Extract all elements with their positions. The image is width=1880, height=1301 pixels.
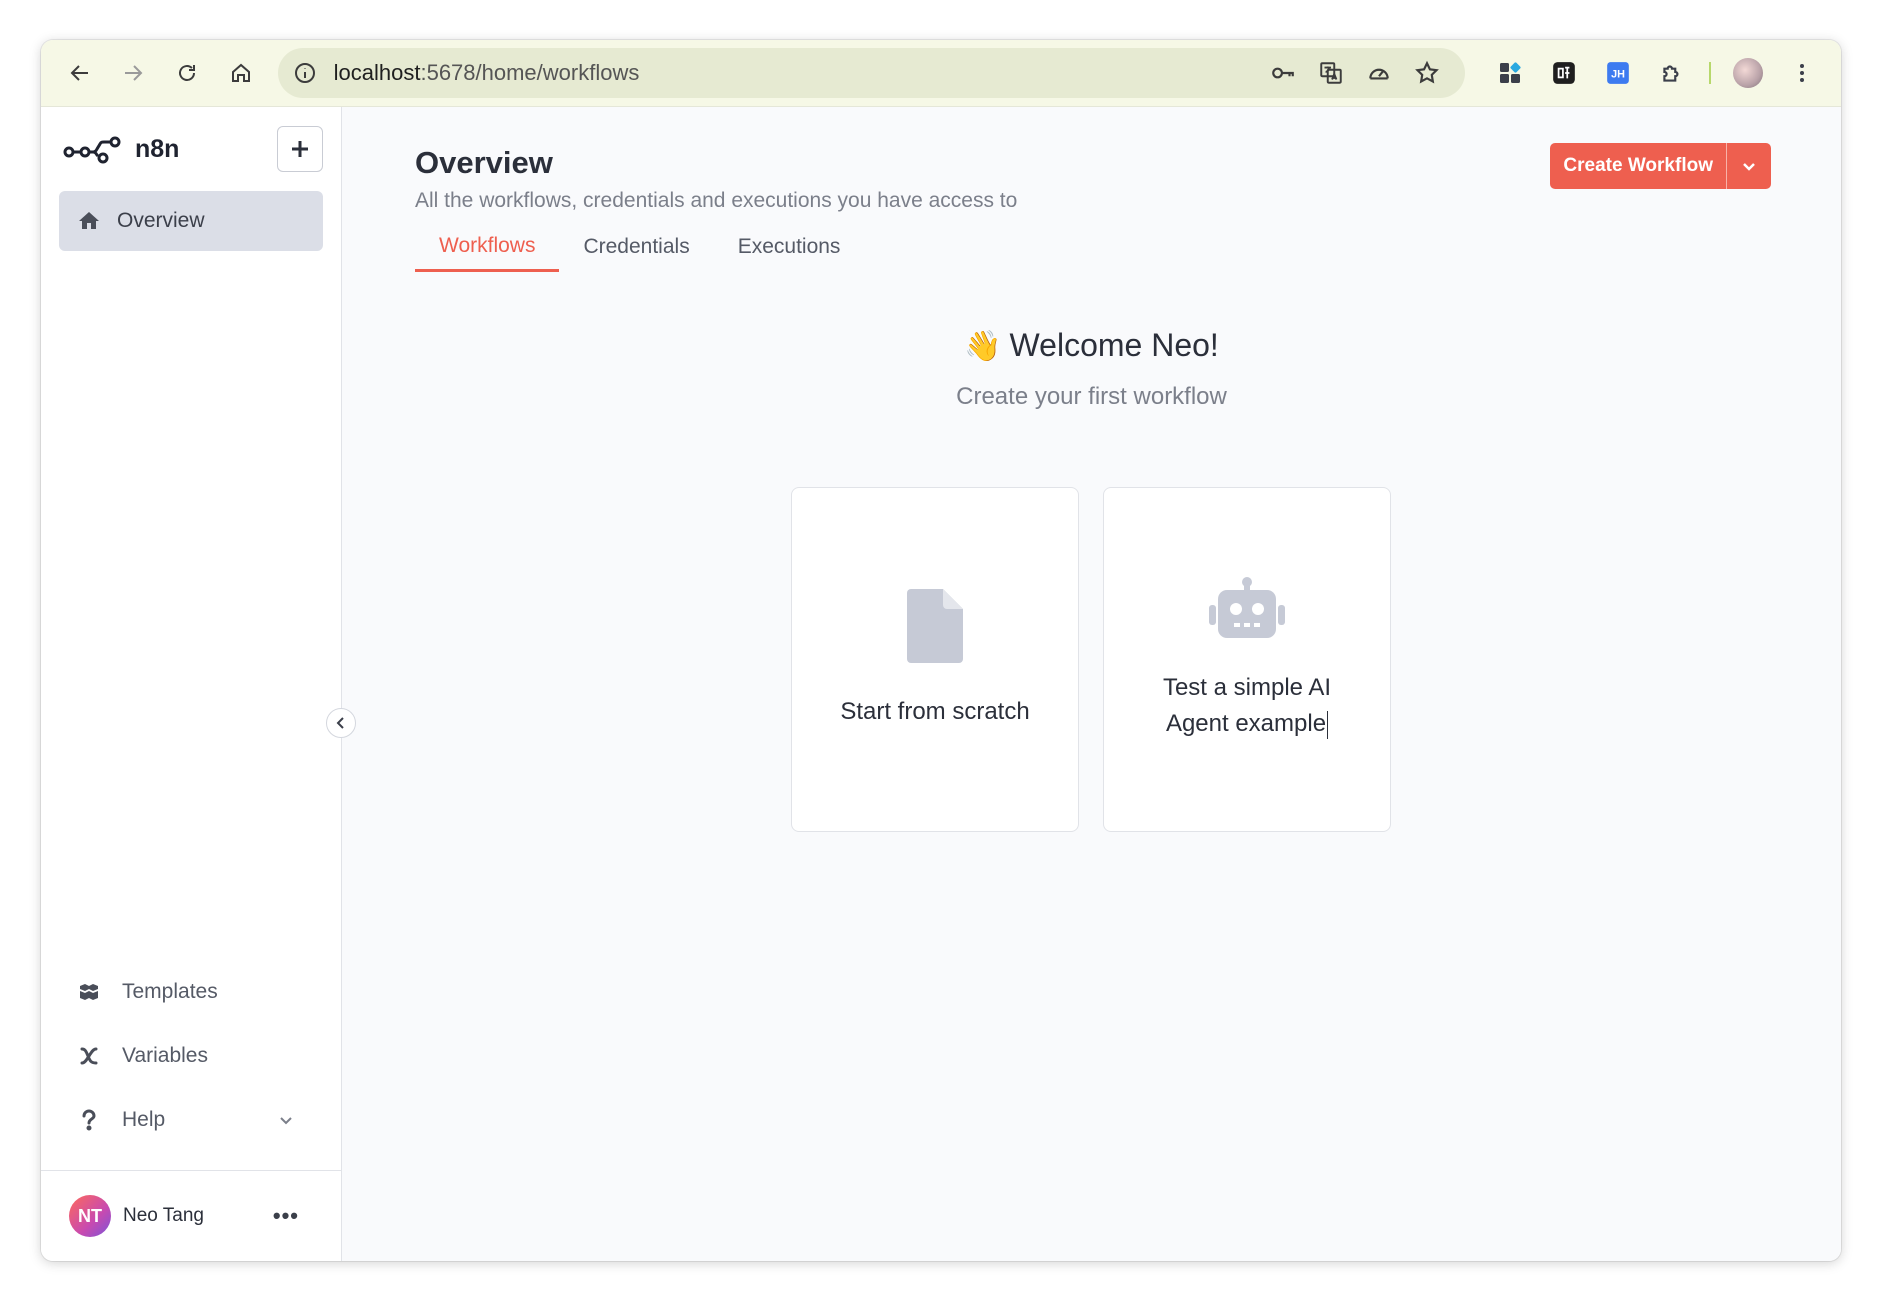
question-icon (76, 1107, 102, 1133)
sidebar-item-overview[interactable]: Overview (59, 191, 323, 251)
arrow-left-icon (70, 65, 88, 81)
user-menu[interactable]: NT Neo Tang ••• (41, 1171, 341, 1261)
create-workflow-button-group: Create Workflow (1550, 143, 1771, 189)
sidebar-item-variables[interactable]: Variables (41, 1024, 341, 1088)
performance-gauge-icon[interactable] (1355, 51, 1403, 95)
url-host: localhost (333, 60, 421, 85)
user-name: Neo Tang (123, 1205, 204, 1226)
sidebar: n8n Overview Templates Variables Help NT… (41, 107, 342, 1261)
n8n-logo-icon (63, 136, 121, 164)
tab-workflows[interactable]: Workflows (415, 222, 560, 272)
extensions-area: JH (1483, 51, 1829, 95)
browser-menu-button[interactable] (1775, 51, 1829, 95)
reload-button[interactable] (160, 49, 214, 97)
sidebar-header: n8n (41, 107, 341, 191)
avatar: NT (69, 1195, 111, 1237)
welcome-subtitle: Create your first workflow (956, 383, 1227, 410)
toolbar-separator (1709, 62, 1712, 84)
card-label-line1: Test a simple AI (1162, 674, 1332, 701)
extension-jh-icon[interactable]: JH (1591, 51, 1645, 95)
variable-x-icon (76, 1043, 102, 1069)
user-more-icon[interactable]: ••• (273, 1203, 299, 1229)
arrow-right-icon (125, 65, 143, 81)
password-key-icon[interactable] (1259, 51, 1307, 95)
page-title: Overview (415, 145, 553, 180)
svg-text:JH: JH (1611, 68, 1625, 80)
url-path: :5678/home/workflows (420, 60, 640, 85)
welcome-heading: 👋 Welcome Neo! (342, 327, 1841, 364)
card-label-line2: Agent example (1165, 710, 1327, 737)
card-label: Start from scratch (840, 698, 1030, 725)
sidebar-item-label: Variables (122, 1044, 208, 1067)
forward-button[interactable] (107, 49, 161, 97)
profile-picture (1733, 58, 1764, 88)
home-icon (75, 207, 103, 235)
extension-dark-icon[interactable] (1537, 51, 1591, 95)
main-content: Overview All the workflows, credentials … (342, 107, 1841, 1261)
templates-box-icon (76, 979, 102, 1005)
add-button[interactable] (277, 126, 323, 172)
create-dropdown-button[interactable] (1727, 143, 1771, 189)
kebab-menu-icon (1800, 64, 1805, 82)
sidebar-item-label: Overview (117, 209, 205, 232)
start-from-scratch-card[interactable]: Start from scratch (791, 487, 1079, 832)
n8n-app: n8n Overview Templates Variables Help NT… (41, 107, 1841, 1261)
url-text[interactable]: localhost:5678/home/workflows (334, 60, 1259, 86)
home-button[interactable] (214, 49, 268, 97)
card-label: Test a simple AI Agent example (1133, 670, 1361, 742)
create-workflow-button[interactable]: Create Workflow (1550, 143, 1726, 189)
logo-text: n8n (135, 134, 180, 163)
browser-window: localhost:5678/home/workflows JH n8n Ove… (41, 40, 1841, 1261)
waving-hand-icon: 👋 (964, 330, 1002, 363)
browser-toolbar: localhost:5678/home/workflows JH (41, 40, 1841, 107)
chevron-down-icon (280, 1117, 292, 1125)
chevron-down-icon (1743, 163, 1755, 171)
home-icon (231, 63, 250, 82)
page-subtitle: All the workflows, credentials and execu… (415, 189, 1018, 212)
n8n-logo[interactable]: n8n (63, 133, 179, 165)
robot-icon (1209, 577, 1285, 644)
site-info-icon[interactable] (292, 60, 318, 86)
extensions-puzzle-icon[interactable] (1645, 51, 1699, 95)
text-cursor (1327, 710, 1329, 739)
sidebar-item-label: Help (122, 1108, 166, 1131)
reload-icon (179, 65, 196, 81)
sidebar-item-help[interactable]: Help (41, 1088, 341, 1152)
address-bar[interactable]: localhost:5678/home/workflows (277, 48, 1466, 98)
translate-icon[interactable] (1307, 51, 1355, 95)
back-button[interactable] (53, 49, 107, 97)
tab-credentials[interactable]: Credentials (559, 222, 713, 272)
extension-apps-icon[interactable] (1483, 51, 1537, 95)
starter-cards: Start from scratch Test a simple AI Agent… (791, 487, 1391, 832)
sidebar-item-label: Templates (122, 980, 218, 1003)
file-icon (907, 589, 963, 668)
collapse-sidebar-button[interactable] (326, 708, 356, 738)
tab-executions[interactable]: Executions (714, 222, 865, 272)
chevron-left-icon (336, 717, 344, 729)
bookmark-star-icon[interactable] (1403, 51, 1451, 95)
overview-tabs: Workflows Credentials Executions (415, 222, 864, 272)
welcome-text: Welcome Neo! (1009, 327, 1219, 363)
sidebar-item-templates[interactable]: Templates (41, 960, 341, 1024)
profile-avatar[interactable] (1721, 51, 1775, 95)
ai-agent-example-card[interactable]: Test a simple AI Agent example (1103, 487, 1391, 832)
plus-icon (292, 141, 308, 157)
